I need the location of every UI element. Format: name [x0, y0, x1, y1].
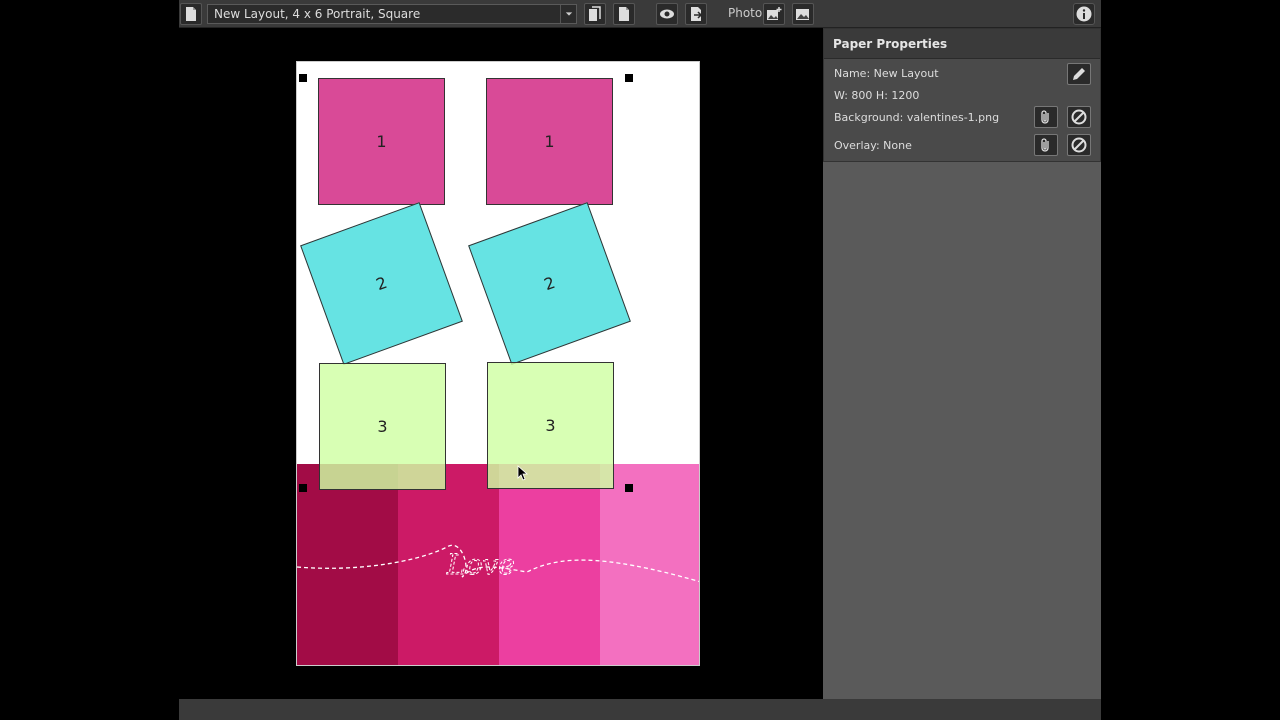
chevron-down-icon	[560, 5, 576, 23]
status-bar	[179, 699, 1101, 720]
export-button[interactable]	[685, 3, 707, 25]
paperclip-icon	[1041, 110, 1049, 124]
paperclip-icon	[1041, 138, 1049, 152]
photo-slot-1[interactable]: 1	[486, 78, 613, 205]
slot-number: 2	[373, 272, 390, 295]
edit-name-button[interactable]	[1067, 63, 1091, 85]
selection-handle-top-right[interactable]	[625, 74, 633, 82]
image-add-icon	[767, 7, 782, 20]
mouse-cursor-icon	[517, 465, 529, 481]
slot-number: 1	[544, 132, 555, 151]
paper-size: W: 800 H: 1200	[834, 89, 920, 102]
page-button[interactable]	[613, 3, 635, 25]
canvas-area[interactable]: Love 1 1 2 2 3 3	[179, 28, 823, 699]
slot-number: 1	[376, 132, 387, 151]
paper[interactable]: Love 1 1 2 2 3 3	[296, 61, 700, 666]
info-button[interactable]	[1073, 3, 1095, 25]
attach-overlay-button[interactable]	[1034, 134, 1058, 156]
photo-label: Photo	[728, 6, 763, 20]
decoration-text: Love	[446, 548, 515, 581]
paper-name: Name: New Layout	[834, 67, 939, 80]
no-entry-icon	[1071, 109, 1087, 125]
selection-handle-bottom-right[interactable]	[625, 484, 633, 492]
copy-page-icon	[589, 6, 601, 21]
love-decoration: Love	[297, 544, 699, 583]
remove-overlay-button[interactable]	[1067, 134, 1091, 156]
info-icon	[1076, 6, 1092, 22]
photo-slot-3[interactable]: 3	[487, 362, 614, 489]
photo-slot-2[interactable]: 2	[300, 202, 463, 365]
paper-properties-panel: Paper Properties Name: New Layout W: 800…	[823, 28, 1101, 162]
selection-handle-top-left[interactable]	[299, 74, 307, 82]
slot-number: 3	[545, 416, 556, 435]
layout-select[interactable]: New Layout, 4 x 6 Portrait, Square	[207, 4, 577, 24]
photo-slot-1[interactable]: 1	[318, 78, 445, 205]
app-window: New Layout, 4 x 6 Portrait, Square Photo	[179, 0, 1101, 720]
new-page-button[interactable]	[584, 3, 606, 25]
page-icon	[186, 7, 196, 21]
layout-page-button[interactable]	[180, 3, 202, 25]
no-entry-icon	[1071, 137, 1087, 153]
paper-background: Background: valentines-1.png	[834, 111, 1000, 124]
eye-icon	[660, 9, 674, 19]
export-icon	[691, 7, 703, 21]
panel-title: Paper Properties	[824, 29, 1100, 59]
pencil-icon	[1073, 68, 1085, 80]
slot-number: 2	[541, 272, 558, 295]
slot-number: 3	[377, 417, 388, 436]
page-icon	[619, 7, 629, 21]
add-photo-button[interactable]	[763, 3, 785, 25]
photo-slot-3[interactable]: 3	[319, 363, 446, 490]
photo-slot-2[interactable]: 2	[468, 202, 631, 365]
paper-overlay: Overlay: None	[834, 139, 912, 152]
image-icon	[796, 9, 809, 20]
replace-photo-button[interactable]	[792, 3, 814, 25]
remove-background-button[interactable]	[1067, 106, 1091, 128]
attach-background-button[interactable]	[1034, 106, 1058, 128]
layout-select-value: New Layout, 4 x 6 Portrait, Square	[214, 7, 421, 21]
toolbar: New Layout, 4 x 6 Portrait, Square Photo	[179, 0, 1101, 28]
preview-button[interactable]	[656, 3, 678, 25]
selection-handle-bottom-left[interactable]	[299, 484, 307, 492]
